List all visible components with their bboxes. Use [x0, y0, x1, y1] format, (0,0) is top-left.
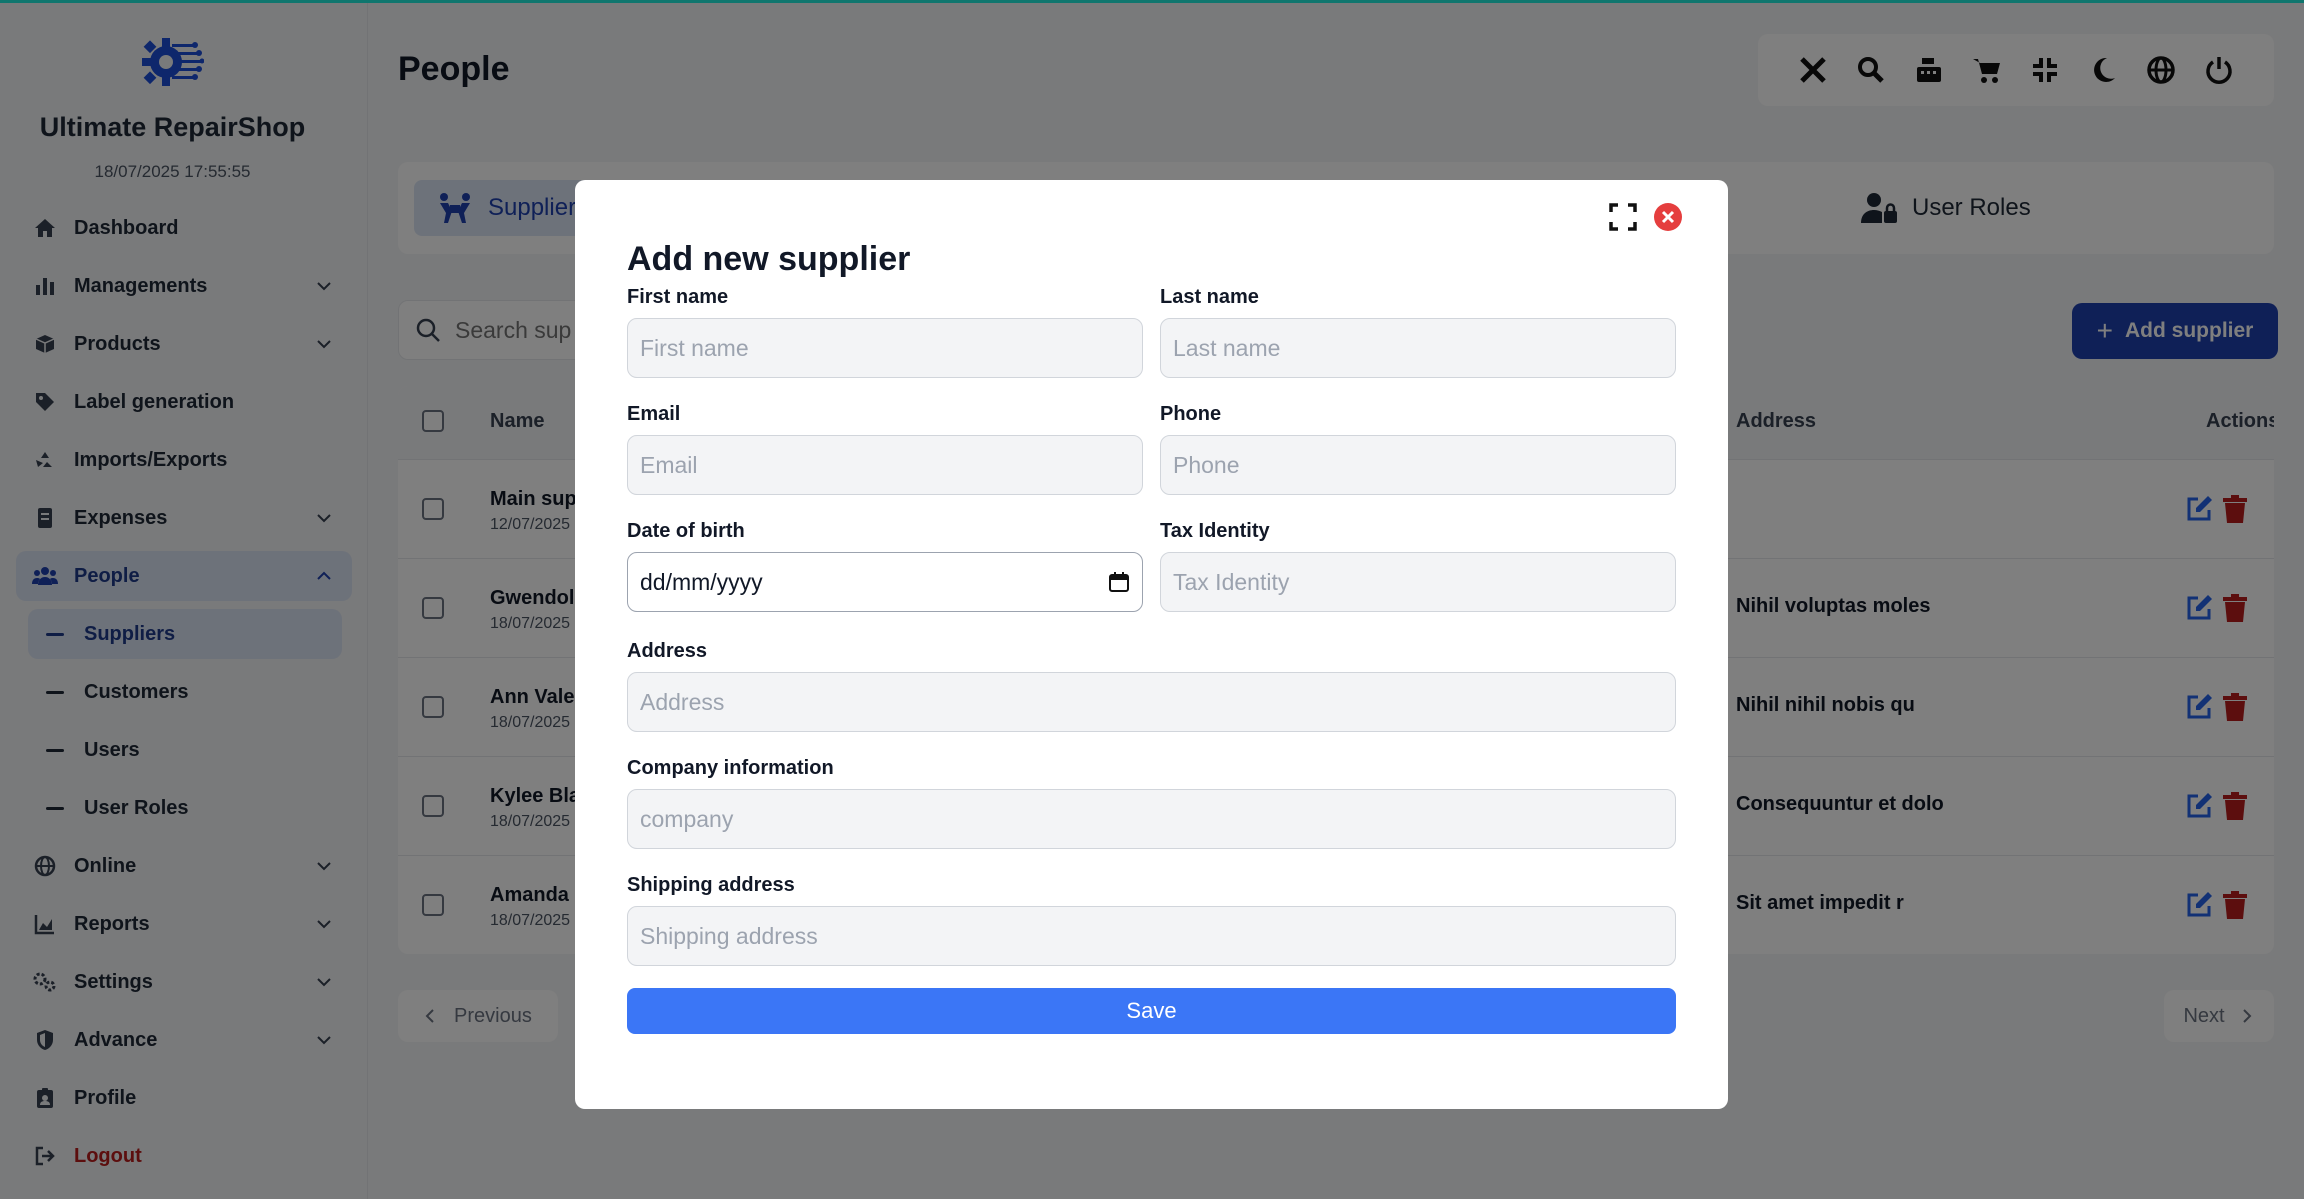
company-field[interactable]	[627, 789, 1676, 849]
address-label: Address	[627, 640, 708, 662]
address-field[interactable]	[627, 672, 1676, 732]
phone-field[interactable]	[1160, 435, 1676, 495]
phone-label: Phone	[1160, 403, 1222, 425]
email-field[interactable]	[627, 435, 1143, 495]
save-button[interactable]: Save	[627, 988, 1676, 1034]
last-name-field[interactable]	[1160, 318, 1676, 378]
first-name-label: First name	[627, 286, 729, 308]
shipping-address-field[interactable]	[627, 906, 1676, 966]
date-placeholder: dd/mm/yyyy	[640, 568, 763, 595]
first-name-field[interactable]	[627, 318, 1143, 378]
tax-identity-field[interactable]	[1160, 552, 1676, 612]
tax-identity-label: Tax Identity	[1160, 520, 1270, 542]
date-of-birth-field[interactable]: dd/mm/yyyy	[627, 552, 1143, 612]
expand-icon[interactable]	[1608, 202, 1638, 232]
modal-title: Add new supplier	[627, 240, 911, 278]
add-supplier-modal: Add new supplier First name Last name Em…	[575, 180, 1728, 1109]
email-label: Email	[627, 403, 681, 425]
last-name-label: Last name	[1160, 286, 1259, 308]
shipping-address-label: Shipping address	[627, 874, 795, 896]
close-icon[interactable]	[1653, 202, 1683, 232]
company-label: Company information	[627, 757, 834, 779]
calendar-icon[interactable]	[1108, 571, 1130, 593]
dob-label: Date of birth	[627, 520, 745, 542]
